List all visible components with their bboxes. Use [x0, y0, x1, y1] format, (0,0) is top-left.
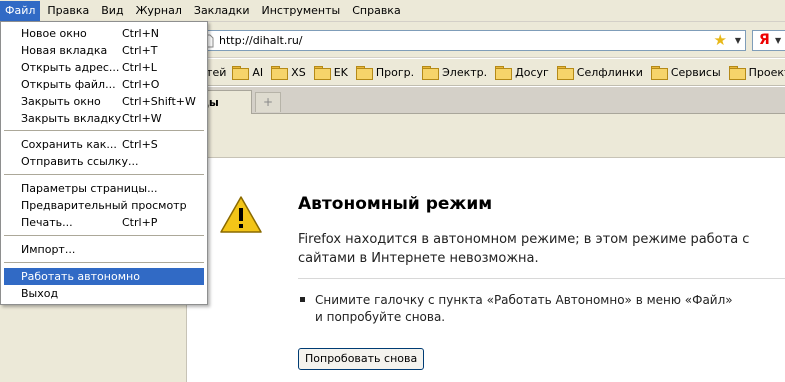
menu-separator: [4, 174, 204, 175]
menu-item-exit[interactable]: Выход: [4, 285, 204, 302]
bookmark-label: Селфлинки: [576, 65, 643, 79]
divider: [298, 278, 785, 279]
menu-item-import[interactable]: Импорт...: [4, 241, 204, 258]
folder-icon: [422, 66, 440, 80]
error-hint: Снимите галочку с пункта «Работать Автон…: [315, 293, 733, 324]
menu-item-label: Импорт...: [21, 243, 76, 256]
menu-item-label: Отправить ссылку...: [21, 155, 139, 168]
menu-item-close-tab[interactable]: Закрыть вкладку Ctrl+W: [4, 110, 204, 127]
menu-item-shortcut: Ctrl+T: [122, 44, 158, 57]
menu-separator: [4, 130, 204, 131]
menu-item-print[interactable]: Печать... Ctrl+P: [4, 214, 204, 231]
menu-item-shortcut: Ctrl+W: [122, 112, 162, 125]
folder-icon: [728, 66, 746, 80]
menu-item-label: Работать автономно: [21, 270, 140, 283]
file-menu-dropdown: Новое окно Ctrl+N Новая вкладка Ctrl+T Отк…: [0, 21, 208, 305]
folder-icon: [355, 66, 373, 80]
folder-icon: [495, 66, 513, 80]
folder-icon: [232, 66, 250, 80]
bookmark-label: Электр.: [442, 65, 488, 79]
menu-item-label: Параметры страницы...: [21, 182, 158, 195]
bookmark-star-icon[interactable]: ★: [714, 31, 727, 50]
bookmark-label: EK: [333, 65, 348, 79]
new-tab-button[interactable]: +: [255, 92, 281, 112]
menu-item-shortcut: Ctrl+Shift+W: [122, 95, 196, 108]
menu-item-label: Новая вкладка: [21, 44, 108, 57]
menu-view[interactable]: Вид: [96, 1, 128, 21]
menu-item-shortcut: Ctrl+L: [122, 61, 157, 74]
menu-item-label: Новое окно: [21, 27, 87, 40]
url-bar[interactable]: http://dihalt.ru/ ★ ▼: [198, 30, 746, 51]
url-dropdown-icon[interactable]: ▼: [735, 31, 741, 50]
menu-history[interactable]: Журнал: [131, 1, 187, 21]
error-page: Автономный режим Firefox находится в авт…: [188, 158, 785, 382]
menu-edit[interactable]: Правка: [42, 1, 94, 21]
menu-item-label: Выход: [21, 287, 59, 300]
search-box[interactable]: Я ▼: [752, 30, 785, 51]
menu-item-open-file[interactable]: Открыть файл... Ctrl+O: [4, 76, 204, 93]
bookmark-folder[interactable]: Селфлинки: [556, 65, 643, 80]
menu-item-save-as[interactable]: Сохранить как... Ctrl+S: [4, 136, 204, 153]
menu-item-label: Сохранить как...: [21, 138, 117, 151]
yandex-logo-icon: Я: [759, 32, 770, 48]
menu-tools[interactable]: Инструменты: [257, 1, 346, 21]
menu-item-new-window[interactable]: Новое окно Ctrl+N: [4, 25, 204, 42]
menubar: Файл Правка Вид Журнал Закладки Инструме…: [0, 0, 785, 22]
menu-item-label: Печать...: [21, 216, 73, 229]
bookmark-label: Сервисы: [670, 65, 721, 79]
menu-item-shortcut: Ctrl+O: [122, 78, 160, 91]
menu-help[interactable]: Справка: [347, 1, 405, 21]
bookmark-label: AI: [252, 65, 264, 79]
folder-icon: [271, 66, 289, 80]
menu-item-label: Закрыть вкладку: [21, 112, 122, 125]
bookmark-folder[interactable]: XS: [271, 65, 306, 80]
menu-item-page-setup[interactable]: Параметры страницы...: [4, 180, 204, 197]
bookmark-folder[interactable]: AI: [232, 65, 264, 80]
menu-item-label: Закрыть окно: [21, 95, 101, 108]
bookmark-label: Проекты: [748, 65, 785, 79]
bookmark-folder[interactable]: EK: [313, 65, 348, 80]
menu-item-label: Открыть адрес...: [21, 61, 120, 74]
folder-icon: [650, 66, 668, 80]
menu-item-work-offline[interactable]: Работать автономно: [4, 268, 204, 285]
bookmark-label: XS: [291, 65, 306, 79]
bookmark-label: Досуг: [515, 65, 549, 79]
retry-button[interactable]: Попробовать снова: [298, 348, 425, 370]
bookmark-folder[interactable]: Проекты: [728, 65, 785, 80]
bookmark-folder[interactable]: Сервисы: [650, 65, 721, 80]
warning-icon: [220, 196, 262, 233]
search-engine-dropdown-icon[interactable]: ▼: [775, 31, 781, 50]
bullet-icon: [300, 297, 305, 302]
menu-item-open-location[interactable]: Открыть адрес... Ctrl+L: [4, 59, 204, 76]
menu-item-send-link[interactable]: Отправить ссылку...: [4, 153, 204, 170]
menu-item-label: Открыть файл...: [21, 78, 116, 91]
error-description: Firefox находится в автономном режиме; в…: [298, 232, 750, 266]
folder-icon: [556, 66, 574, 80]
bookmark-folder[interactable]: Электр.: [422, 65, 488, 80]
menu-item-label: Предварительный просмотр: [21, 199, 187, 212]
menu-separator: [4, 262, 204, 263]
menu-item-close-window[interactable]: Закрыть окно Ctrl+Shift+W: [4, 93, 204, 110]
menu-item-shortcut: Ctrl+N: [122, 27, 160, 40]
bookmark-folder[interactable]: Досуг: [495, 65, 549, 80]
bookmark-folder[interactable]: Прогр.: [355, 65, 415, 80]
menu-separator: [4, 235, 204, 236]
folder-icon: [313, 66, 331, 80]
error-title: Автономный режим: [298, 194, 493, 214]
menu-file[interactable]: Файл: [0, 0, 41, 21]
menu-item-shortcut: Ctrl+P: [122, 216, 158, 229]
menu-item-new-tab[interactable]: Новая вкладка Ctrl+T: [4, 42, 204, 59]
url-text[interactable]: http://dihalt.ru/: [219, 34, 303, 47]
menu-item-print-preview[interactable]: Предварительный просмотр: [4, 197, 204, 214]
bookmark-label: Прогр.: [375, 65, 415, 79]
menu-bookmarks[interactable]: Закладки: [189, 1, 255, 21]
menu-item-shortcut: Ctrl+S: [122, 138, 158, 151]
